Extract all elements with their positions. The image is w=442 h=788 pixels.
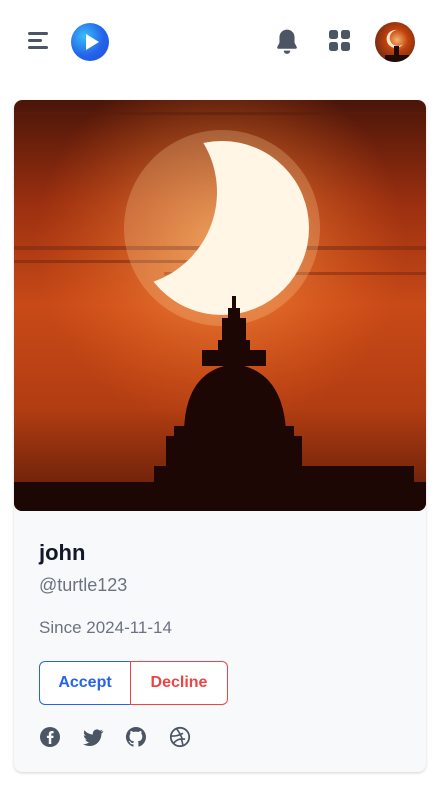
member-since-text: Since 2024-11-14 bbox=[39, 618, 172, 637]
profile-photo bbox=[14, 100, 426, 511]
github-icon[interactable] bbox=[125, 726, 147, 748]
twitter-icon[interactable] bbox=[82, 726, 104, 748]
accept-button[interactable]: Accept bbox=[39, 661, 131, 705]
profile-handle: @turtle123 bbox=[39, 575, 128, 595]
decline-button[interactable]: Decline bbox=[130, 661, 228, 705]
bell-icon[interactable] bbox=[274, 28, 300, 56]
profile-name: john bbox=[39, 540, 86, 565]
top-navigation-bar bbox=[0, 0, 442, 84]
dribbble-icon[interactable] bbox=[169, 726, 191, 748]
menu-icon[interactable] bbox=[26, 30, 50, 52]
user-avatar[interactable] bbox=[375, 22, 415, 62]
facebook-icon[interactable] bbox=[39, 726, 61, 748]
profile-card: john @turtle123 Since 2024-11-14 Accept … bbox=[14, 100, 426, 772]
grid-icon[interactable] bbox=[329, 30, 351, 52]
play-logo-icon[interactable] bbox=[71, 23, 109, 61]
